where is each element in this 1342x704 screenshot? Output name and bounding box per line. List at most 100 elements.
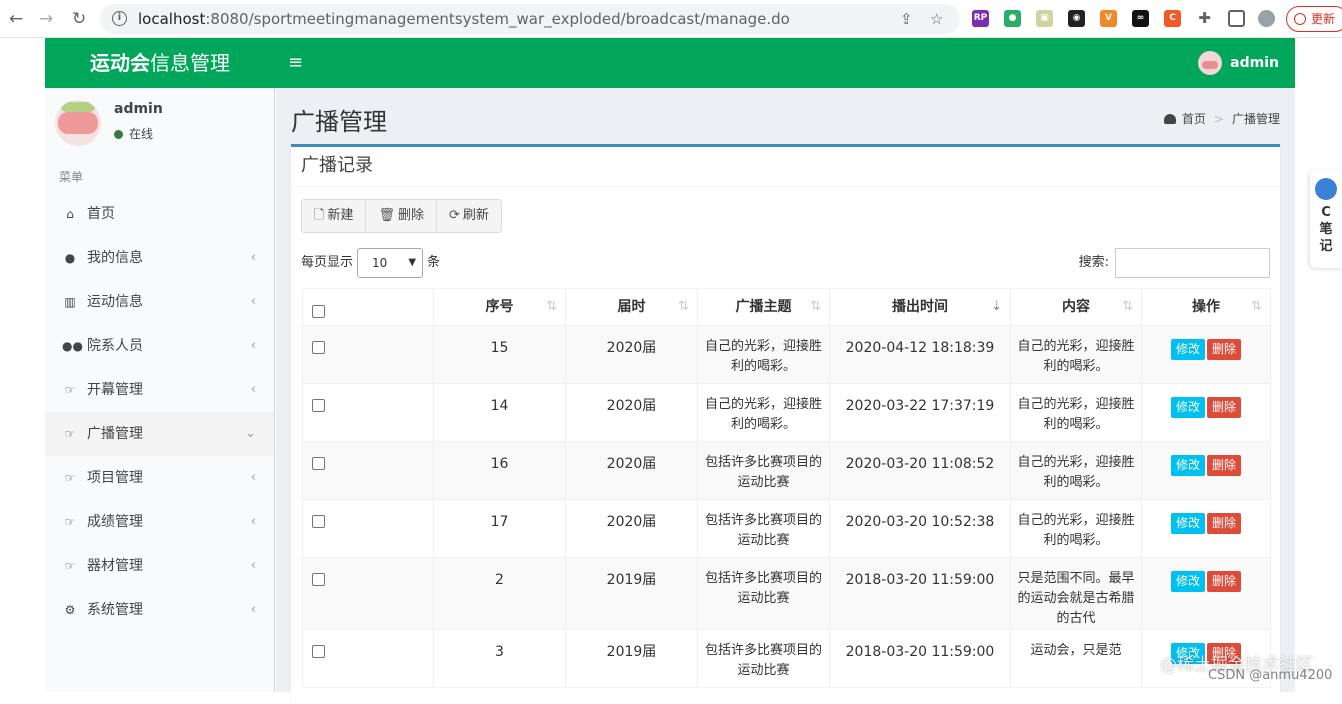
user-icon: ●: [64, 251, 76, 265]
cell-time: 2018-03-20 11:59:00: [829, 629, 1011, 688]
sidebar-item-equipment[interactable]: ☞ 器材管理 ‹: [45, 544, 274, 588]
broadcast-records-box: 广播记录 🗋 新建 🗑 删除 ⟳ 刷新 每页显示 10 ▼ 条 搜索: 序号 ⇅ 届时 ⇅ 广播…: [291, 144, 1280, 704]
notes-side-widget[interactable]: C 笔 记: [1310, 170, 1342, 268]
extension-c-icon[interactable]: C: [1164, 10, 1181, 27]
chevron-left-icon: ‹: [250, 558, 256, 573]
bookmark-star-icon[interactable]: ☆: [930, 10, 943, 28]
table-row: 17 2020届 包括许多比赛项目的运动比赛 2020-03-20 10:52:…: [302, 499, 1271, 558]
sidebar-item-sport-info[interactable]: ▥ 运动信息 ‹: [45, 280, 274, 324]
column-header-theme[interactable]: 广播主题 ⇅: [697, 288, 830, 326]
chevron-down-icon: ⌄: [245, 426, 256, 441]
browser-toolbar: ← → ↻ i localhost:8080/sportmeetingmanag…: [0, 0, 1342, 38]
table-row: 3 2019届 包括许多比赛项目的运动比赛 2018-03-20 11:59:0…: [302, 629, 1271, 688]
update-icon: [1294, 13, 1306, 25]
page-length-select[interactable]: 10 ▼: [357, 248, 424, 278]
cell-time: 2020-03-20 10:52:38: [829, 499, 1011, 558]
cell-theme: 包括许多比赛项目的运动比赛: [697, 557, 830, 630]
extensions-puzzle-icon[interactable]: ✚: [1196, 10, 1213, 27]
search-control: 搜索:: [1079, 248, 1270, 278]
row-checkbox[interactable]: [312, 399, 325, 412]
refresh-button[interactable]: ⟳ 刷新: [437, 200, 501, 232]
sort-icon: ⇅: [1122, 299, 1133, 314]
back-icon[interactable]: ←: [9, 9, 23, 29]
forward-icon[interactable]: →: [39, 9, 53, 29]
share-icon[interactable]: ⇪: [900, 10, 913, 28]
sidebar-item-my-info[interactable]: ● 我的信息 ‹: [45, 236, 274, 280]
cell-id: 16: [433, 441, 566, 500]
edit-button[interactable]: 修改: [1170, 397, 1205, 418]
breadcrumb-home[interactable]: 首页: [1182, 112, 1206, 126]
breadcrumb: 首页 > 广播管理: [1163, 110, 1280, 127]
update-button[interactable]: 更新: [1286, 6, 1342, 32]
user-panel: admin 在线: [45, 88, 274, 158]
edit-button[interactable]: 修改: [1170, 571, 1205, 592]
chevron-left-icon: ‹: [250, 382, 256, 397]
column-header-id[interactable]: 序号 ⇅: [433, 288, 566, 326]
row-checkbox[interactable]: [312, 645, 325, 658]
sidebar-toggle-icon[interactable]: ≡: [288, 52, 303, 73]
side-panel-icon[interactable]: [1228, 10, 1245, 27]
sidebar-item-home[interactable]: ⌂ 首页: [45, 192, 274, 236]
dashboard-icon: [1163, 114, 1176, 124]
header-user-menu[interactable]: admin: [1198, 50, 1279, 76]
extension-chat-icon[interactable]: ●: [1004, 10, 1021, 27]
table-row: 14 2020届 自己的光彩，迎接胜利的喝彩。 2020-03-22 17:37…: [302, 383, 1271, 442]
column-header-actions[interactable]: 操作 ⇅: [1141, 288, 1271, 326]
profile-icon[interactable]: [1258, 10, 1275, 27]
cell-id: 15: [433, 325, 566, 384]
extension-infinity-icon[interactable]: ∞: [1132, 10, 1149, 27]
delete-row-button[interactable]: 删除: [1207, 571, 1242, 592]
hand-pointer-icon: ☞: [64, 383, 76, 397]
column-header-session[interactable]: 届时 ⇅: [565, 288, 698, 326]
address-bar[interactable]: i localhost:8080/sportmeetingmanagements…: [100, 4, 960, 34]
main-content: 广播管理 首页 > 广播管理 广播记录 🗋 新建 🗑 删除 ⟳ 刷新 每页显示 10 ▼ 条 搜…: [276, 88, 1295, 704]
new-button[interactable]: 🗋 新建: [302, 200, 367, 232]
sidebar-item-opening[interactable]: ☞ 开幕管理 ‹: [45, 368, 274, 412]
delete-row-button[interactable]: 删除: [1207, 339, 1242, 360]
sidebar-item-department-staff[interactable]: ●● 院系人员 ‹: [45, 324, 274, 368]
column-header-time[interactable]: 播出时间 ⇣: [829, 288, 1011, 326]
app-header: 运动会信息管理 ≡ admin: [45, 38, 1295, 88]
chevron-left-icon: ‹: [250, 514, 256, 529]
column-header-content[interactable]: 内容 ⇅: [1010, 288, 1142, 326]
url-path: :8080/sportmeetingmanagementsystem_war_e…: [205, 10, 790, 28]
chevron-left-icon: ‹: [250, 294, 256, 309]
online-dot-icon: [114, 130, 123, 139]
row-checkbox[interactable]: [312, 573, 325, 586]
box-title: 广播记录: [291, 147, 1280, 187]
sidebar-item-scores[interactable]: ☞ 成绩管理 ‹: [45, 500, 274, 544]
edit-button[interactable]: 修改: [1170, 455, 1205, 476]
search-input[interactable]: [1115, 248, 1270, 278]
watermark-text-2: CSDN @anmu4200: [1208, 668, 1333, 683]
cell-id: 14: [433, 383, 566, 442]
extension-vip-icon[interactable]: V: [1100, 10, 1117, 27]
sort-icon: ⇅: [546, 299, 557, 314]
broadcast-table: 序号 ⇅ 届时 ⇅ 广播主题 ⇅ 播出时间 ⇣ 内容 ⇅ 操作 ⇅ 15 2020届 自己的…: [302, 288, 1271, 688]
delete-row-button[interactable]: 删除: [1207, 397, 1242, 418]
app-logo[interactable]: 运动会信息管理: [45, 38, 275, 88]
chevron-left-icon: ‹: [250, 338, 256, 353]
row-checkbox[interactable]: [312, 457, 325, 470]
delete-row-button[interactable]: 删除: [1207, 513, 1242, 534]
menu-header: 菜单: [59, 170, 84, 184]
delete-row-button[interactable]: 删除: [1207, 455, 1242, 476]
reload-icon[interactable]: ↻: [72, 9, 86, 29]
extension-rp-icon[interactable]: RP: [972, 10, 989, 27]
hand-pointer-icon: ☞: [64, 471, 76, 485]
cell-time: 2020-03-22 17:37:19: [829, 383, 1011, 442]
table-row: 15 2020届 自己的光彩，迎接胜利的喝彩。 2020-04-12 18:18…: [302, 325, 1271, 384]
extension-ghost-icon[interactable]: ◉: [1068, 10, 1085, 27]
select-all-checkbox[interactable]: [312, 304, 325, 318]
site-info-icon[interactable]: i: [112, 11, 127, 26]
edit-button[interactable]: 修改: [1170, 339, 1205, 360]
sidebar-item-system[interactable]: ⚙ 系统管理 ‹: [45, 588, 274, 632]
edit-button[interactable]: 修改: [1170, 513, 1205, 534]
sidebar-item-projects[interactable]: ☞ 项目管理 ‹: [45, 456, 274, 500]
extension-image-icon[interactable]: ▣: [1036, 10, 1053, 27]
row-checkbox[interactable]: [312, 341, 325, 354]
avatar: [55, 100, 101, 146]
delete-button[interactable]: 🗑 删除: [366, 200, 437, 232]
trash-icon: 🗑: [378, 208, 395, 223]
row-checkbox[interactable]: [312, 515, 325, 528]
sidebar-item-broadcast[interactable]: ☞ 广播管理 ⌄: [45, 412, 274, 456]
